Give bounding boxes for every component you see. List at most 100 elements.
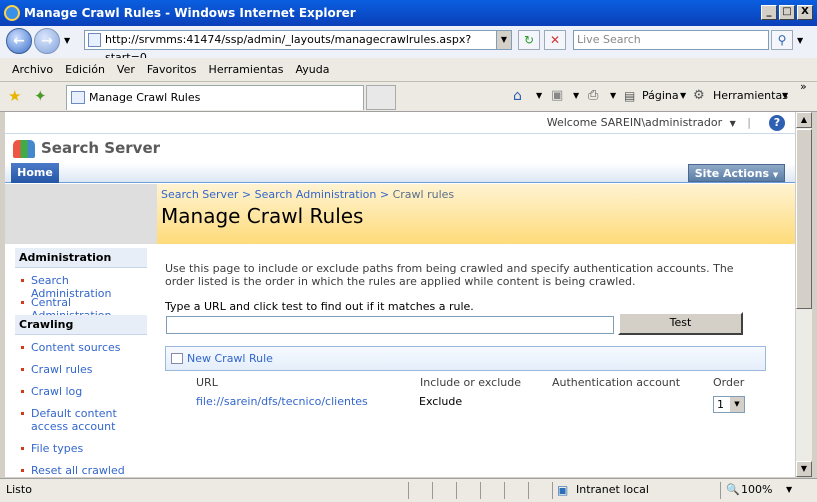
tools-gear-icon[interactable]: ⚙	[693, 88, 705, 104]
menu-herramientas[interactable]: Herramientas	[209, 63, 284, 76]
separator	[480, 482, 481, 499]
nav-heading-administration[interactable]: Administration	[15, 248, 147, 268]
page-description: Use this page to include or exclude path…	[165, 262, 734, 288]
menu-ver[interactable]: Ver	[117, 63, 135, 76]
order-dropdown-icon: ▼	[730, 397, 744, 412]
nav-heading-crawling[interactable]: Crawling	[15, 315, 147, 335]
nav-item-file-types[interactable]: File types	[15, 442, 147, 455]
status-text: Listo	[6, 483, 32, 496]
home-dropdown-icon[interactable]: ▼	[536, 88, 542, 104]
page-menu-icon[interactable]: ▤	[624, 88, 635, 104]
test-prompt: Type a URL and click test to find out if…	[165, 300, 474, 313]
separator: |	[747, 116, 751, 129]
welcome-menu[interactable]: Welcome SAREIN\administrador	[547, 116, 722, 129]
address-dropdown-icon[interactable]: ▼	[496, 31, 511, 49]
refresh-icon[interactable]: ↻	[518, 30, 540, 50]
zoom-icon: 🔍	[726, 483, 740, 496]
welcome-bar: Welcome SAREIN\administrador ▼ | ?	[5, 112, 795, 134]
back-arrow-icon[interactable]: ←	[6, 28, 32, 54]
tab-home[interactable]: Home	[11, 163, 59, 183]
page-menu[interactable]: Página	[642, 88, 679, 104]
welcome-dropdown-icon[interactable]: ▼	[730, 119, 736, 128]
column-header-auth: Authentication account	[552, 376, 681, 389]
tools-dropdown-icon[interactable]: ▼	[782, 88, 788, 104]
test-button[interactable]: Test	[618, 312, 743, 335]
nav-item-reset-all-crawled[interactable]: Reset all crawled	[15, 464, 147, 477]
page-icon	[71, 91, 85, 104]
favorites-star-icon[interactable]: ★	[8, 87, 21, 105]
tools-menu[interactable]: Herramientas	[713, 88, 788, 104]
add-favorite-icon[interactable]: ✦	[34, 87, 47, 105]
rule-include-value: Exclude	[419, 395, 463, 408]
column-header-url: URL	[196, 376, 218, 389]
search-input[interactable]: Live Search	[573, 30, 769, 50]
forward-arrow-icon[interactable]: →	[34, 28, 60, 54]
nav-item-crawl-log[interactable]: Crawl log	[15, 385, 147, 398]
status-bar: Listo ▣ Intranet local 🔍 100% ▼	[0, 478, 817, 502]
vertical-scrollbar[interactable]: ▲ ▼	[795, 112, 812, 477]
separator	[720, 482, 721, 499]
zoom-dropdown-icon[interactable]: ▼	[786, 479, 792, 501]
site-actions-menu[interactable]: Site Actions ▼	[688, 164, 785, 182]
breadcrumb-search-server[interactable]: Search Server	[161, 188, 238, 201]
chevron-more-icon[interactable]: »	[800, 80, 807, 93]
home-icon[interactable]: ⌂	[513, 88, 522, 104]
menu-edicion[interactable]: Edición	[65, 63, 105, 76]
new-crawl-rule-link[interactable]: New Crawl Rule	[187, 352, 273, 365]
order-select[interactable]: 1 ▼	[713, 396, 745, 413]
ie-logo-icon	[4, 5, 20, 21]
column-header-include: Include or exclude	[420, 376, 522, 389]
order-value: 1	[717, 398, 724, 411]
help-icon[interactable]: ?	[769, 115, 785, 131]
security-zone[interactable]: Intranet local	[576, 479, 649, 501]
site-logo[interactable]: Search Server	[13, 138, 160, 158]
nav-item-content-sources[interactable]: Content sources	[15, 341, 147, 354]
print-icon[interactable]: ⎙	[588, 88, 598, 104]
menu-ayuda[interactable]: Ayuda	[295, 63, 329, 76]
minimize-button[interactable]: _	[761, 5, 777, 20]
feeds-icon[interactable]: ▣	[551, 88, 563, 104]
search-dropdown-icon[interactable]: ▼	[797, 36, 803, 45]
rule-url-link[interactable]: file://sarein/dfs/tecnico/clientes	[196, 395, 368, 408]
separator	[552, 482, 553, 499]
top-navigation	[5, 163, 795, 183]
separator	[408, 482, 409, 499]
test-url-input[interactable]	[166, 316, 614, 334]
scroll-thumb[interactable]	[796, 129, 812, 309]
separator	[504, 482, 505, 499]
maximize-button[interactable]: □	[779, 5, 795, 20]
feeds-dropdown-icon[interactable]: ▼	[573, 88, 579, 104]
search-icon[interactable]: ⚲	[771, 30, 793, 50]
separator	[432, 482, 433, 499]
new-item-icon	[171, 353, 183, 364]
page-menu-dropdown-icon[interactable]: ▼	[680, 88, 686, 104]
nav-item-crawl-rules[interactable]: Crawl rules	[15, 363, 147, 376]
zoom-level[interactable]: 100%	[741, 479, 772, 501]
page-content: Welcome SAREIN\administrador ▼ | ? Searc…	[5, 112, 795, 477]
separator	[456, 482, 457, 499]
menu-archivo[interactable]: Archivo	[12, 63, 53, 76]
tab-title: Manage Crawl Rules	[89, 91, 201, 104]
page-icon	[88, 33, 101, 47]
scroll-up-icon[interactable]: ▲	[796, 112, 812, 128]
new-tab-button[interactable]	[366, 85, 396, 110]
browser-tab[interactable]: Manage Crawl Rules	[66, 85, 364, 110]
window-title-bar: Manage Crawl Rules - Windows Internet Ex…	[0, 0, 817, 26]
stop-icon[interactable]: ✕	[544, 30, 566, 50]
address-bar[interactable]: http://srvmms:41474/ssp/admin/_layouts/m…	[84, 30, 512, 64]
history-dropdown-icon[interactable]: ▼	[64, 36, 70, 45]
page-title: Manage Crawl Rules	[161, 204, 364, 228]
breadcrumb-crawl-rules: Crawl rules	[392, 188, 455, 201]
site-actions-dropdown-icon: ▼	[772, 171, 779, 179]
menu-favoritos[interactable]: Favoritos	[147, 63, 197, 76]
print-dropdown-icon[interactable]: ▼	[610, 88, 616, 104]
close-button[interactable]: X	[797, 5, 813, 20]
breadcrumb: Search Server > Search Administration > …	[161, 188, 454, 201]
nav-item-default-content-access[interactable]: Default content access account	[15, 407, 125, 433]
breadcrumb-search-admin[interactable]: Search Administration	[255, 188, 377, 201]
intranet-zone-icon: ▣	[557, 483, 569, 497]
column-header-order: Order	[713, 376, 745, 389]
site-title: Search Server	[41, 139, 161, 157]
scroll-down-icon[interactable]: ▼	[796, 461, 812, 477]
window-title: Manage Crawl Rules - Windows Internet Ex…	[24, 6, 356, 20]
